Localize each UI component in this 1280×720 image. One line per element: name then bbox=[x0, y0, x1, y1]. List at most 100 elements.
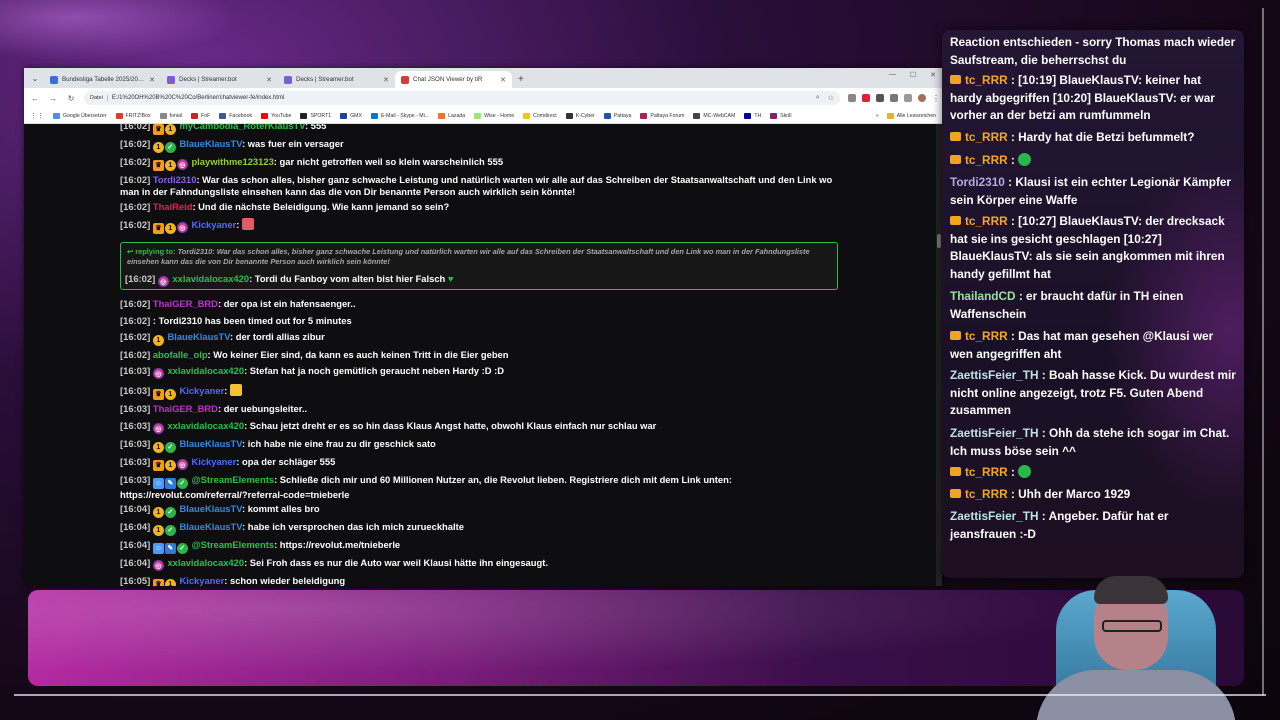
verified-badge-icon: ✓ bbox=[164, 442, 176, 453]
bookmark-item[interactable]: TH bbox=[744, 112, 761, 119]
bookmark-favicon-icon bbox=[300, 112, 308, 119]
close-tab-icon[interactable]: ✕ bbox=[266, 76, 272, 84]
bookmark-item[interactable]: Facebook bbox=[219, 112, 252, 119]
username[interactable]: ThaiReid bbox=[153, 201, 193, 212]
bookmark-item[interactable]: Wise - Home bbox=[474, 112, 514, 119]
tab-favicon-icon bbox=[284, 75, 292, 84]
address-text: E:/1%20OH%20B%20C%20Co/Berliner/chatview… bbox=[111, 95, 285, 101]
back-icon[interactable]: ← bbox=[30, 94, 40, 103]
sub-badge-icon bbox=[950, 331, 961, 340]
username[interactable]: myCambodia_RoterKlausTV bbox=[179, 124, 305, 131]
overlay-message-text: Reaction entschieden - sorry Thomas mach… bbox=[950, 35, 1236, 67]
overlay-chat-message: ZaettisFeier_TH : Angeber. Dafür hat er … bbox=[950, 508, 1236, 543]
username[interactable]: @StreamElements bbox=[191, 474, 274, 485]
menu-icon[interactable]: ⋮ bbox=[932, 94, 940, 103]
bookmark-item[interactable]: GMX bbox=[340, 112, 362, 119]
username[interactable]: xxlavidalocax420 bbox=[167, 365, 244, 376]
bookmark-item[interactable]: SPORT1 bbox=[300, 112, 331, 119]
chat-message: [16:02] ♛ 1 myCambodia_RoterKlausTV: 555 bbox=[120, 124, 836, 135]
zoom-icon[interactable]: ⌕ bbox=[816, 94, 820, 102]
browser-tab[interactable]: Decks | Streamer.bot ✕ bbox=[278, 71, 395, 88]
apps-icon[interactable]: ⋮⋮ bbox=[30, 112, 44, 120]
sub-badge-icon bbox=[950, 132, 961, 141]
extension-icon[interactable] bbox=[904, 94, 912, 102]
username[interactable]: BlaueKlausTV bbox=[179, 503, 242, 514]
bookmark-item[interactable]: E-Mail - Skype - Mi... bbox=[370, 112, 429, 119]
extension-icon[interactable] bbox=[876, 94, 884, 102]
username[interactable]: xxlavidalocax420 bbox=[167, 420, 244, 431]
close-tab-icon[interactable]: ✕ bbox=[149, 76, 155, 84]
chat-message: [16:02] ♛ 1 ◎ playwithme123123: gar nicht … bbox=[120, 156, 836, 171]
bookmark-item[interactable]: Comdirect bbox=[523, 112, 557, 119]
bookmark-item[interactable]: Lazada bbox=[438, 112, 465, 119]
crown-badge-icon: ♛ bbox=[152, 223, 164, 234]
sub-badge-icon: 1 bbox=[152, 507, 164, 518]
extension-icon[interactable] bbox=[890, 94, 898, 102]
chat-message: [16:03] 1 ✓ BlaueKlausTV: ich habe nie ei… bbox=[120, 438, 836, 453]
username[interactable]: xxlavidalocax420 bbox=[167, 557, 244, 568]
username[interactable]: abofalle_olp bbox=[153, 349, 208, 360]
username[interactable]: Kickyaner bbox=[179, 385, 224, 396]
username[interactable]: ThaiGER_BRD bbox=[153, 403, 218, 414]
bookmark-favicon-icon bbox=[370, 112, 378, 119]
chat-message: [16:04] 1 ✓ BlaueKlausTV: kommt alles bro bbox=[120, 503, 836, 518]
username[interactable]: Kickyaner bbox=[191, 456, 236, 467]
username[interactable]: Kickyaner bbox=[179, 575, 224, 586]
extension-icon[interactable] bbox=[862, 94, 870, 102]
chat-message: [16:04] 1 ✓ BlaueKlausTV: habe ich verspr… bbox=[120, 521, 836, 536]
extension-icon[interactable] bbox=[848, 94, 856, 102]
tab-search-icon[interactable]: ⌄ bbox=[28, 71, 42, 85]
crown-badge-icon: ♛ bbox=[152, 160, 164, 171]
username[interactable]: BlaueKlausTV bbox=[167, 331, 230, 342]
username[interactable]: ThaiGER_BRD bbox=[153, 298, 218, 309]
emote-icon bbox=[1018, 153, 1032, 166]
browser-tab[interactable]: Bundesliga Tabelle 2025/2026 | ... ✕ bbox=[44, 71, 161, 88]
username[interactable]: playwithme123123 bbox=[191, 156, 273, 167]
bookmark-star-icon[interactable]: ☆ bbox=[828, 94, 834, 102]
bookmark-item[interactable]: Skrill bbox=[770, 112, 791, 119]
replying-to-label: replying to: bbox=[135, 247, 176, 256]
bookmark-item[interactable]: K-Cyber bbox=[565, 112, 595, 119]
bookmark-item[interactable]: Pattaya bbox=[603, 112, 631, 119]
browser-tab[interactable]: Chat JSON Viewer by tiR ✕ bbox=[395, 71, 512, 88]
username[interactable]: BlaueKlausTV bbox=[179, 438, 242, 449]
minimize-icon[interactable]: — bbox=[889, 71, 896, 79]
address-chip: Datei bbox=[90, 95, 108, 101]
bookmark-item[interactable]: YouTube bbox=[261, 112, 291, 119]
bookmark-item[interactable]: FoF bbox=[191, 112, 210, 119]
bookmarks-more-icon[interactable]: » bbox=[876, 113, 879, 119]
username[interactable]: BlaueKlausTV bbox=[179, 138, 242, 149]
verified-badge-icon: ✓ bbox=[176, 543, 188, 554]
username[interactable]: Kickyaner bbox=[191, 219, 236, 230]
close-window-icon[interactable]: ✕ bbox=[930, 71, 936, 79]
bookmark-item[interactable]: MC-WebCAM bbox=[693, 112, 735, 119]
chat-message: [16:03] ♛ 1 Kickyaner: bbox=[120, 384, 836, 400]
overlay-username: ZaettisFeier_TH bbox=[950, 426, 1039, 440]
bookmark-favicon-icon bbox=[770, 112, 778, 119]
username[interactable]: xxlavidalocax420 bbox=[172, 273, 249, 284]
browser-tab[interactable]: Decks | Streamer.bot ✕ bbox=[161, 71, 278, 88]
bookmark-item[interactable]: fonial bbox=[159, 112, 182, 119]
close-tab-icon[interactable]: ✕ bbox=[500, 76, 506, 84]
username[interactable]: @StreamElements bbox=[191, 539, 274, 550]
bookmark-item[interactable]: FRITZ!Box bbox=[115, 112, 151, 119]
profile-avatar-icon[interactable] bbox=[918, 94, 926, 102]
address-bar[interactable]: Datei E:/1%20OH%20B%20C%20Co/Berliner/ch… bbox=[84, 91, 840, 105]
bookmark-item[interactable]: Pattaya Forum bbox=[640, 112, 684, 119]
timestamp: [16:03] bbox=[120, 420, 151, 431]
bookmark-item[interactable]: Google Übersetzer bbox=[53, 112, 107, 119]
all-bookmarks[interactable]: Alle Lesezeichen bbox=[886, 112, 936, 119]
frame-border bbox=[1262, 8, 1264, 696]
overlay-username: tc_RRR bbox=[965, 487, 1008, 501]
chat-message: [16:02] 1 ✓ BlaueKlausTV: was fuer ein ve… bbox=[120, 138, 836, 153]
frame-border bbox=[14, 694, 1266, 696]
username[interactable]: Tordi2310 bbox=[153, 174, 197, 185]
maximize-icon[interactable]: ☐ bbox=[910, 71, 916, 79]
new-tab-icon[interactable]: + bbox=[518, 74, 524, 85]
timestamp: [16:02] bbox=[120, 349, 151, 360]
username[interactable]: BlaueKlausTV bbox=[179, 521, 242, 532]
overlay-message-text: : bbox=[1010, 153, 1015, 167]
reload-icon[interactable]: ↻ bbox=[66, 94, 76, 103]
forward-icon[interactable]: → bbox=[48, 94, 58, 103]
close-tab-icon[interactable]: ✕ bbox=[383, 76, 389, 84]
